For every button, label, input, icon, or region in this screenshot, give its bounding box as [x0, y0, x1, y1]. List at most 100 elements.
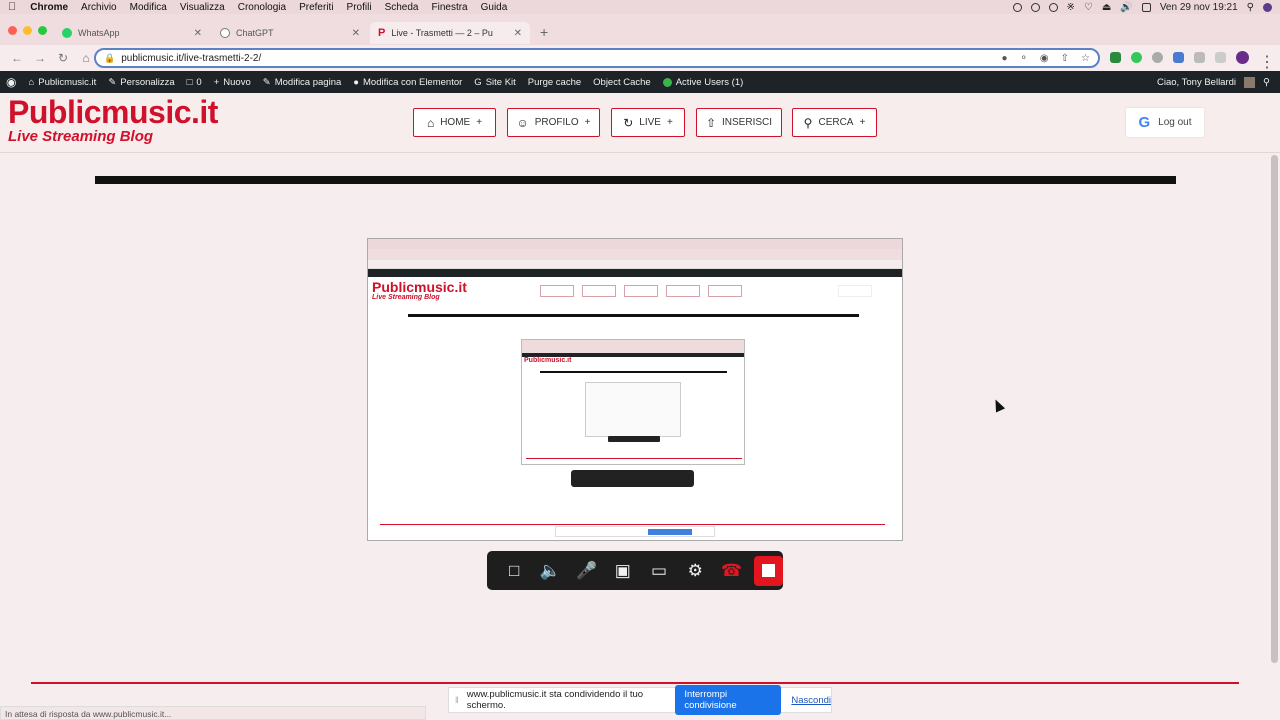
wifi-icon[interactable]: ♡ [1084, 2, 1093, 13]
extension-translate-icon[interactable] [1173, 52, 1184, 63]
user-avatar[interactable] [1244, 76, 1256, 88]
extension-download-icon[interactable] [1110, 52, 1121, 63]
url-text[interactable]: publicmusic.it/live-trasmetti-2-2/ [121, 53, 261, 64]
accessibility-icon[interactable] [1030, 2, 1040, 12]
stop-sharing-button[interactable]: Interrompi condivisione [675, 685, 782, 715]
share-icon[interactable]: ⇧ [1061, 53, 1069, 64]
tab-chatgpt[interactable]: ChatGPT ✕ [212, 22, 368, 44]
microphone-button[interactable]: 🎤 [568, 551, 604, 590]
wp-comments-link[interactable]: □ 0 [187, 77, 202, 88]
hide-link[interactable]: Nascondi [791, 695, 831, 706]
mac-menu-bar:  Chrome Archivio Modifica Visualizza Cr… [0, 0, 1280, 14]
close-tab-icon[interactable]: ✕ [194, 28, 202, 39]
translate-icon[interactable] [1012, 2, 1022, 12]
menu-visualizza[interactable]: Visualizza [180, 2, 225, 13]
settings-button[interactable]: ⚙ [677, 551, 713, 590]
spotlight-icon[interactable]: ⚲ [1247, 2, 1254, 13]
wp-customize-link[interactable]: ✎ Personalizza [108, 77, 174, 88]
preview-controls [571, 470, 694, 487]
monitor-icon: ▭ [651, 560, 668, 580]
lock-icon[interactable]: 🔒 [104, 53, 115, 64]
close-tab-icon[interactable]: ✕ [352, 28, 360, 39]
wp-edit-page-link[interactable]: ✎ Modifica pagina [263, 77, 342, 88]
bluetooth-icon[interactable]: ※ [1067, 2, 1075, 13]
wordpress-icon[interactable]: ◉ [6, 75, 16, 89]
tab-live-trasmetti[interactable]: P Live - Trasmetti — 2 – Pu ✕ [370, 22, 530, 44]
menu-profili[interactable]: Profili [347, 2, 372, 13]
clock[interactable]: Ven 29 nov 19:21 [1160, 2, 1238, 13]
screen-share-button[interactable]: ▭ [641, 551, 677, 590]
menu-archivio[interactable]: Archivio [81, 2, 117, 13]
wp-object-cache-link[interactable]: Object Cache [593, 77, 651, 88]
wp-greeting[interactable]: Ciao, Tony Bellardi [1157, 77, 1236, 88]
menu-kebab-icon[interactable]: ⋮ [1259, 52, 1275, 71]
menu-preferiti[interactable]: Preferiti [299, 2, 333, 13]
extension-gray-icon[interactable] [1152, 52, 1163, 63]
page-scrollbar[interactable] [1271, 155, 1278, 663]
preview-stop-button [648, 529, 692, 535]
search-icon: ⚲ [803, 115, 813, 130]
time-machine-icon[interactable] [1048, 2, 1058, 12]
nav-live-button[interactable]: ↻ LIVE + [611, 108, 685, 137]
nav-inserisci-button[interactable]: ⇧ INSERISCI [696, 108, 782, 137]
menu-scheda[interactable]: Scheda [385, 2, 419, 13]
preview-black-bar [408, 314, 859, 317]
site-logo[interactable]: Publicmusic.it Live Streaming Blog [8, 95, 218, 145]
tab-strip: WhatsApp ✕ ChatGPT ✕ P Live - Trasmetti … [0, 14, 1280, 45]
nav-label: INSERISCI [722, 117, 773, 128]
nav-cerca-button[interactable]: ⚲ CERCA + [792, 108, 877, 137]
wp-purge-cache-link[interactable]: Purge cache [528, 77, 581, 88]
preview-wpbar [368, 269, 902, 277]
wp-sitekit-link[interactable]: G Site Kit [474, 77, 516, 88]
wp-elementor-link[interactable]: ● Modifica con Elementor [353, 77, 462, 88]
extension-green-icon[interactable] [1131, 52, 1142, 63]
nav-suffix: + [584, 117, 591, 128]
bookmark-star-icon[interactable]: ☆ [1081, 53, 1090, 64]
menu-app[interactable]: Chrome [30, 2, 68, 13]
home-icon[interactable]: ⌂ [80, 51, 92, 65]
close-window-button[interactable] [8, 26, 17, 35]
wp-site-link[interactable]: ⌂ Publicmusic.it [28, 77, 96, 88]
reload-icon[interactable]: ↻ [57, 51, 69, 65]
wp-new-link[interactable]: + Nuovo [214, 77, 251, 88]
chat-button[interactable]: □ [496, 551, 532, 590]
drag-handle-icon[interactable]: ‖ [455, 695, 459, 705]
whatsapp-icon [62, 28, 72, 38]
microphone-icon[interactable]: ● [1001, 53, 1007, 64]
preview-menubar [368, 239, 902, 249]
search-icon[interactable]: ⚲ [1263, 77, 1270, 88]
preview-tabstrip [368, 249, 902, 260]
nav-profilo-button[interactable]: ☺ PROFILO + [507, 108, 600, 137]
wp-sitekit-label: Site Kit [485, 76, 516, 88]
minimize-window-button[interactable] [23, 26, 32, 35]
nav-label: LIVE [639, 117, 661, 128]
logout-button[interactable]: G Log out [1126, 108, 1204, 137]
menu-cronologia[interactable]: Cronologia [238, 2, 286, 13]
eye-icon[interactable]: ◉ [1040, 53, 1049, 64]
menu-finestra[interactable]: Finestra [431, 2, 467, 13]
wp-active-users-link[interactable]: Active Users (1) [662, 77, 743, 88]
sidepanel-icon[interactable] [1215, 52, 1226, 63]
keyboard-icon[interactable] [1141, 2, 1151, 12]
control-center-icon[interactable] [1263, 2, 1272, 12]
tab-whatsapp[interactable]: WhatsApp ✕ [54, 22, 210, 44]
nav-home-button[interactable]: ⌂ HOME + [413, 108, 496, 137]
speaker-button[interactable]: 🔈 [532, 551, 568, 590]
stop-button[interactable] [753, 555, 784, 586]
forward-icon[interactable]: → [34, 51, 46, 65]
camera-button[interactable]: ▣ [605, 551, 641, 590]
address-bar[interactable]: 🔒 publicmusic.it/live-trasmetti-2-2/ ● ⚬… [94, 48, 1100, 68]
puzzle-icon[interactable] [1194, 52, 1205, 63]
key-icon[interactable]: ⚬ [1020, 53, 1028, 64]
menu-modifica[interactable]: Modifica [130, 2, 167, 13]
eject-icon[interactable]: ⏏ [1102, 2, 1111, 13]
hangup-button[interactable]: ☎ [713, 551, 749, 590]
new-tab-icon[interactable]: + [540, 24, 548, 40]
menu-guida[interactable]: Guida [481, 2, 508, 13]
back-icon[interactable]: ← [11, 51, 23, 65]
apple-icon[interactable]:  [8, 1, 16, 13]
maximize-window-button[interactable] [38, 26, 47, 35]
profile-avatar[interactable] [1236, 51, 1249, 64]
volume-icon[interactable]: 🔊 [1120, 2, 1132, 13]
close-tab-icon[interactable]: ✕ [514, 28, 522, 39]
